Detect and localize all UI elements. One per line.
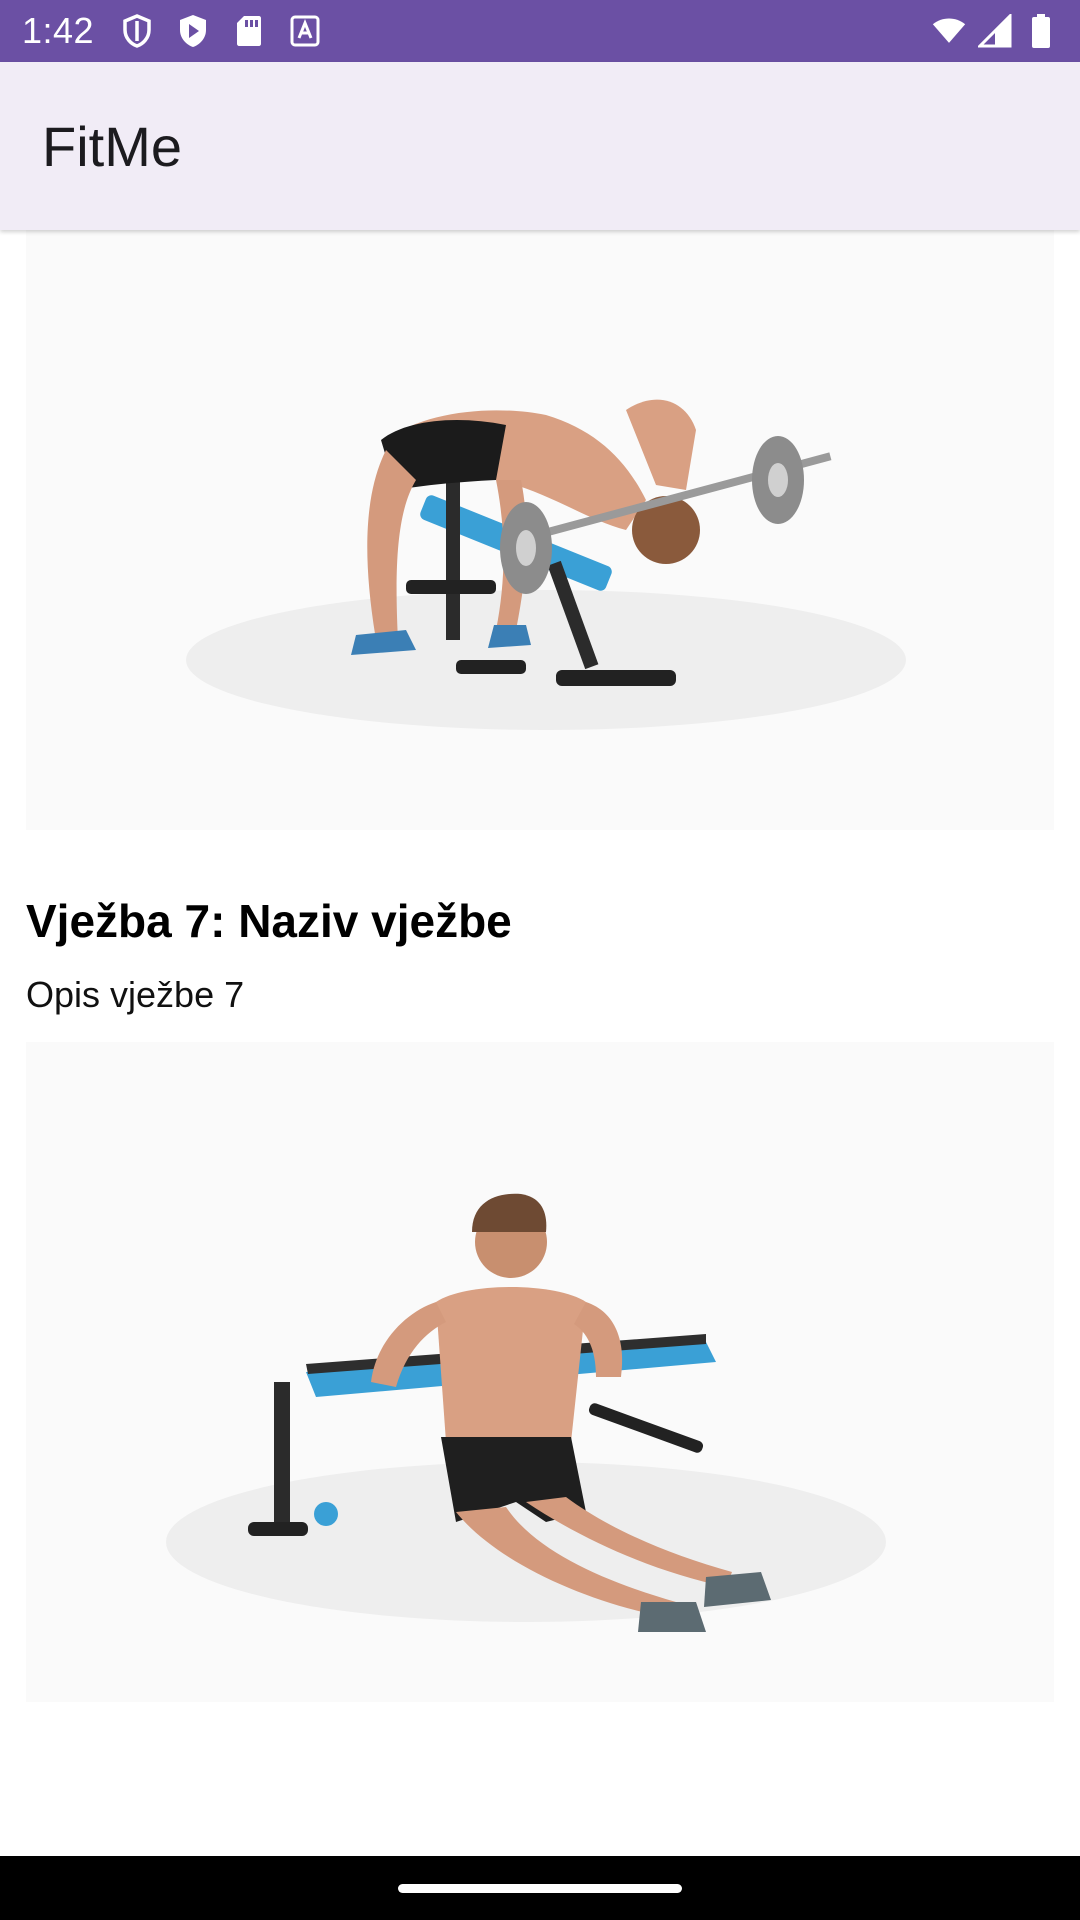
wifi-icon	[932, 14, 966, 48]
app-title: FitMe	[42, 114, 182, 178]
status-icons-left	[120, 14, 322, 48]
text-a-icon	[288, 14, 322, 48]
play-protect-icon	[176, 14, 210, 48]
exercise-image	[26, 230, 1054, 830]
exercise-title: Vježba 7: Naziv vježbe	[26, 895, 512, 947]
shield-icon	[120, 14, 154, 48]
home-gesture-handle[interactable]	[398, 1883, 682, 1893]
status-icons-right	[932, 14, 1058, 48]
status-time: 1:42	[22, 10, 95, 51]
app-bar: FitMe	[0, 62, 1080, 230]
sd-card-icon	[232, 14, 266, 48]
status-bar: 1:42	[0, 0, 1080, 62]
exercise-description: Opis vježbe 7	[26, 974, 245, 1015]
signal-icon	[978, 14, 1012, 48]
navigation-bar	[0, 1856, 1080, 1920]
exercise-list[interactable]: Vježba 7: Naziv vježbe Opis vježbe 7	[0, 230, 1080, 1856]
exercise-image	[26, 1042, 1054, 1702]
battery-icon	[1024, 14, 1058, 48]
